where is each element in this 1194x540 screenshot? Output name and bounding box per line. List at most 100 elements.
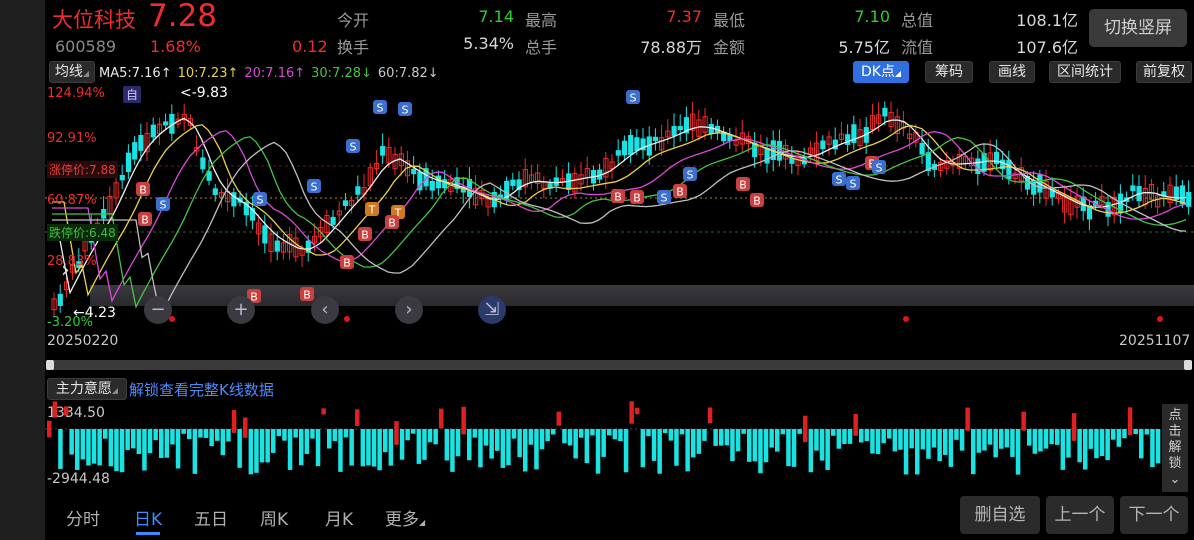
force-bar-negative — [870, 429, 875, 454]
chips-button[interactable]: 筹码 — [925, 61, 973, 83]
force-bar-negative — [299, 429, 304, 466]
force-bar-negative — [797, 429, 802, 434]
stock-code: 600589 — [55, 37, 117, 56]
force-bar-negative — [164, 429, 170, 458]
force-bar-negative — [534, 429, 539, 470]
force-bar-negative — [1155, 429, 1161, 464]
draw-line-button[interactable]: 画线 — [989, 61, 1035, 83]
force-bar-negative — [58, 429, 63, 469]
force-bar-negative — [259, 429, 265, 463]
unlock-side-button[interactable]: 点击解锁 ⌄ — [1162, 404, 1188, 492]
force-bar-negative — [943, 429, 948, 455]
unlock-kline-link[interactable]: 解锁查看完整K线数据 — [129, 379, 274, 400]
scroll-handle-right[interactable] — [1184, 360, 1192, 370]
force-bar-negative — [1111, 429, 1116, 440]
signal-letter: S — [257, 194, 264, 207]
force-bar-negative — [898, 429, 903, 450]
range-stats-button[interactable]: 区间统计 — [1049, 61, 1121, 83]
indicator-select[interactable]: 均线◢ — [49, 61, 95, 83]
collapse-icon[interactable]: ⇲ — [478, 296, 506, 324]
force-bar-positive — [707, 407, 713, 424]
force-bar-negative — [573, 429, 578, 459]
force-bar-negative — [495, 429, 500, 451]
limit-down-label: 跌停价:6.48 — [47, 224, 118, 241]
force-bar-negative — [97, 429, 102, 466]
y-axis-top: 124.94% — [47, 86, 105, 101]
force-bar-positive — [52, 401, 58, 418]
sub-indicator-select[interactable]: 主力意愿◢ — [47, 378, 127, 400]
tab-intraday[interactable]: 分时 — [66, 505, 100, 530]
previous-stock-button[interactable]: 上一个 — [1046, 496, 1114, 534]
candle-body — [919, 142, 925, 155]
force-bar-negative — [349, 429, 354, 466]
force-bar-negative — [119, 429, 125, 473]
force-bar-negative — [142, 429, 147, 471]
event-dot — [903, 316, 909, 322]
signal-letter: B — [676, 186, 684, 199]
force-bar-negative — [612, 429, 618, 440]
force-bar-negative — [293, 429, 298, 438]
low-marker: ←4.23 — [73, 305, 116, 321]
force-bar-negative — [887, 429, 892, 439]
force-bar-positive — [635, 407, 640, 415]
candle-body — [1179, 185, 1186, 205]
force-bar-negative — [75, 429, 80, 470]
tab-five-day[interactable]: 五日 — [194, 505, 228, 530]
tab-more[interactable]: 更多◢ — [385, 505, 425, 530]
force-bar-negative — [679, 429, 685, 435]
signal-letter: S — [850, 178, 857, 191]
switch-orientation-button[interactable]: 切换竖屏 — [1089, 9, 1187, 47]
force-bar-negative — [719, 429, 724, 446]
delete-watchlist-button[interactable]: 删自选 — [960, 496, 1040, 534]
force-bar-negative — [864, 429, 870, 442]
force-bar-negative — [1083, 429, 1088, 470]
force-bar-negative — [685, 429, 690, 472]
candle-body — [119, 174, 125, 181]
signal-letter: B — [753, 195, 761, 208]
candle-body — [820, 140, 826, 150]
force-bar-negative — [926, 429, 931, 459]
force-bar-negative — [383, 429, 388, 453]
cap-label: 总值 — [901, 11, 934, 30]
signal-letter: T — [368, 204, 376, 217]
force-bar-negative — [198, 429, 203, 438]
time-scrollbar[interactable] — [46, 360, 1192, 370]
tab-daily[interactable]: 日K — [134, 505, 162, 530]
zoom-out-button[interactable]: − — [144, 296, 172, 324]
ma-lines — [51, 117, 1187, 316]
scroll-left-button[interactable]: ‹ — [311, 296, 339, 324]
ma20-value: 20:7.16↑ — [244, 66, 306, 81]
force-bar-negative — [80, 429, 86, 460]
force-bar-negative — [769, 429, 774, 448]
next-stock-button[interactable]: 下一个 — [1120, 496, 1188, 534]
date-end: 20251107 — [1119, 333, 1191, 349]
force-bar-negative — [114, 429, 119, 472]
signal-letter: B — [388, 217, 396, 230]
scroll-handle-left[interactable] — [46, 360, 54, 370]
force-bar-negative — [763, 429, 769, 463]
ma30-value: 30:7.28↓ — [311, 66, 372, 81]
tab-weekly[interactable]: 周K — [260, 505, 288, 530]
signal-letter: S — [876, 162, 883, 175]
price-adjust-button[interactable]: 前复权 — [1136, 61, 1192, 83]
candle-body — [764, 147, 770, 164]
ma-line — [52, 136, 1187, 309]
expand-arrow-icon[interactable]: › — [61, 258, 70, 283]
signal-letter: B — [139, 184, 147, 197]
tab-monthly[interactable]: 月K — [325, 505, 353, 530]
force-bar-negative — [1150, 429, 1155, 468]
signal-letter: B — [141, 214, 149, 227]
force-bar-negative — [999, 429, 1004, 449]
force-bar-negative — [1032, 429, 1038, 454]
signal-letter: B — [303, 289, 311, 302]
force-bar-negative — [1094, 429, 1099, 459]
dk-point-button[interactable]: DK点◢ — [853, 61, 909, 83]
force-bar-negative — [159, 429, 164, 459]
scroll-right-button[interactable]: › — [395, 296, 423, 324]
zoom-in-button[interactable]: + — [227, 296, 255, 324]
force-bar-negative — [819, 429, 825, 461]
force-bar-positive — [965, 407, 970, 431]
date-start: 20250220 — [47, 333, 119, 349]
force-bar-negative — [1038, 429, 1043, 452]
force-bar-negative — [209, 429, 214, 447]
